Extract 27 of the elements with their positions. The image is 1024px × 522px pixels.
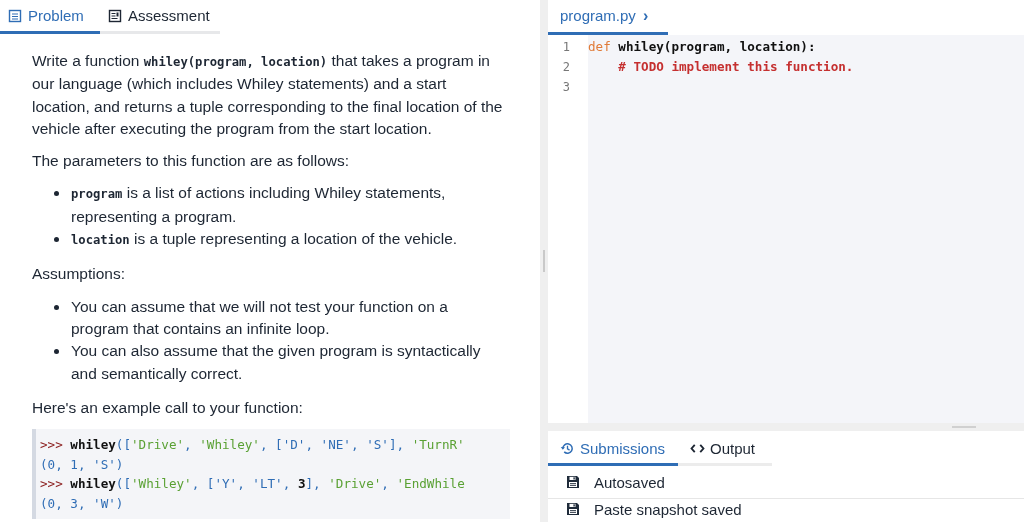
paragraph: Here's an example call to your function: (32, 397, 304, 418)
list-item: location is a tuple representing a location of the vehicle. (71, 229, 458, 250)
submission-item[interactable]: Autosaved (548, 466, 1024, 499)
list-item: program is a list of actions including Whiley statements, representing a program. (71, 183, 447, 227)
splitter-handle[interactable] (543, 250, 545, 272)
code-line: def whiley(program, location): (588, 39, 816, 54)
history-icon (560, 441, 575, 456)
code-line: (0, 1, 'S') (40, 455, 124, 474)
document-icon (8, 8, 22, 23)
code-editor[interactable]: 1 2 3 def whiley(program, location): # TODO implement this function. (548, 35, 1024, 423)
paragraph: The parameters to this function are as follows: (32, 151, 351, 172)
code-line: >>> whiley(['Whiley', ['Y', 'LT', 3], 'Drive', 'EndWhile (40, 475, 465, 494)
save-icon (566, 502, 580, 516)
submission-item[interactable]: Paste snapshot saved (548, 499, 1024, 519)
save-icon (566, 475, 580, 489)
list-item: You can also assume that the given program is syntactically and semantically correct. (71, 341, 482, 384)
line-number: 2 (561, 59, 570, 76)
code-icon (690, 443, 705, 454)
list-item: You can assume that we will not test your function on a program that contains an infinite loop. (71, 296, 449, 339)
line-number: 3 (561, 79, 570, 96)
checklist-icon (108, 8, 122, 23)
code-line: # TODO implement this function. (617, 59, 854, 74)
paragraph: Write a function whiley(program, location) that takes a program in our language (which includes Whiley statements) and a start location, and returns a tuple corresponding to the final location of the vehicle after executing the program from the start location. (32, 51, 504, 139)
code-line: (0, 3, 'W') (40, 494, 124, 513)
line-number: 1 (561, 39, 570, 56)
code-line: >>> whiley(['Drive', 'Whiley', ['D', 'NE', 'S'], 'TurnR' (40, 436, 465, 455)
paragraph: Assumptions: (32, 264, 127, 285)
